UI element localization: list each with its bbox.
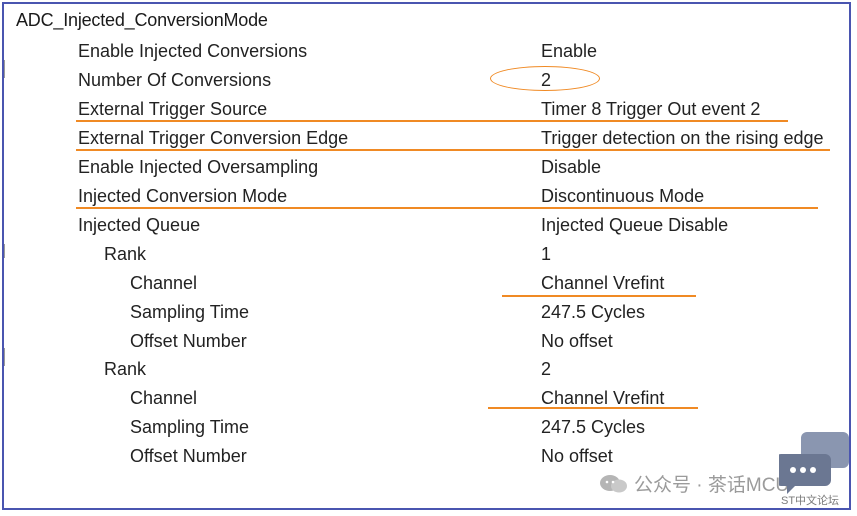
property-label: External Trigger Conversion Edge: [78, 128, 349, 148]
property-label: Rank: [104, 244, 147, 264]
property-label: Injected Conversion Mode: [78, 186, 288, 206]
property-row[interactable]: Enable Injected Conversions Enable: [0, 38, 857, 64]
property-value[interactable]: 1: [541, 241, 551, 267]
property-value[interactable]: 247.5 Cycles: [541, 299, 645, 325]
property-label: Offset Number: [130, 331, 247, 351]
property-row[interactable]: Offset Number No offset: [0, 443, 857, 469]
property-row[interactable]: Sampling Time 247.5 Cycles: [0, 299, 857, 325]
property-label: Injected Queue: [78, 215, 201, 235]
property-label: Sampling Time: [130, 417, 250, 437]
property-value[interactable]: Enable: [541, 38, 597, 64]
property-row[interactable]: Enable Injected Oversampling Disable: [0, 154, 857, 180]
property-value[interactable]: Timer 8 Trigger Out event 2: [541, 96, 760, 122]
property-row[interactable]: Injected Conversion Mode Discontinuous M…: [0, 183, 857, 209]
property-label: Sampling Time: [130, 302, 250, 322]
property-row[interactable]: Channel Channel Vrefint: [0, 385, 857, 411]
property-row[interactable]: Channel Channel Vrefint: [0, 270, 857, 296]
highlight-underline: [488, 407, 698, 409]
property-row[interactable]: External Trigger Conversion Edge Trigger…: [0, 125, 857, 151]
highlight-oval: [490, 66, 600, 91]
property-label: Enable Injected Oversampling: [78, 157, 319, 177]
property-value[interactable]: Trigger detection on the rising edge: [541, 125, 824, 151]
property-value[interactable]: No offset: [541, 443, 613, 469]
property-value[interactable]: 247.5 Cycles: [541, 414, 645, 440]
highlight-underline: [76, 120, 788, 122]
property-label: Offset Number: [130, 446, 247, 466]
property-row[interactable]: Number Of Conversions 2: [0, 67, 857, 93]
property-label: Channel: [130, 273, 198, 293]
property-label: Enable Injected Conversions: [78, 41, 308, 61]
highlight-underline: [76, 149, 830, 151]
property-value[interactable]: No offset: [541, 328, 613, 354]
property-row[interactable]: Rank 2: [0, 356, 857, 382]
highlight-underline: [502, 295, 696, 297]
property-value[interactable]: Injected Queue Disable: [541, 212, 728, 238]
property-row[interactable]: Offset Number No offset: [0, 328, 857, 354]
property-label: Channel: [130, 388, 198, 408]
property-row[interactable]: Injected Queue Injected Queue Disable: [0, 212, 857, 238]
property-value[interactable]: Discontinuous Mode: [541, 183, 704, 209]
watermark-text: 公众号 · 茶话MCU: [634, 475, 790, 496]
group-title[interactable]: ADC_Injected_ConversionMode: [16, 10, 268, 31]
property-row[interactable]: Rank 1: [0, 241, 857, 267]
highlight-underline: [76, 207, 818, 209]
property-row[interactable]: Sampling Time 247.5 Cycles: [0, 414, 857, 440]
property-label: Rank: [104, 359, 147, 379]
property-row[interactable]: External Trigger Source Timer 8 Trigger …: [0, 96, 857, 122]
property-label: Number Of Conversions: [78, 70, 272, 90]
forum-badge-text: ST中文论坛: [781, 495, 840, 507]
wechat-icon: [600, 475, 627, 493]
property-label: External Trigger Source: [78, 99, 268, 119]
property-value[interactable]: Channel Vrefint: [541, 270, 664, 296]
property-value[interactable]: Disable: [541, 154, 601, 180]
property-value[interactable]: 2: [541, 356, 551, 382]
